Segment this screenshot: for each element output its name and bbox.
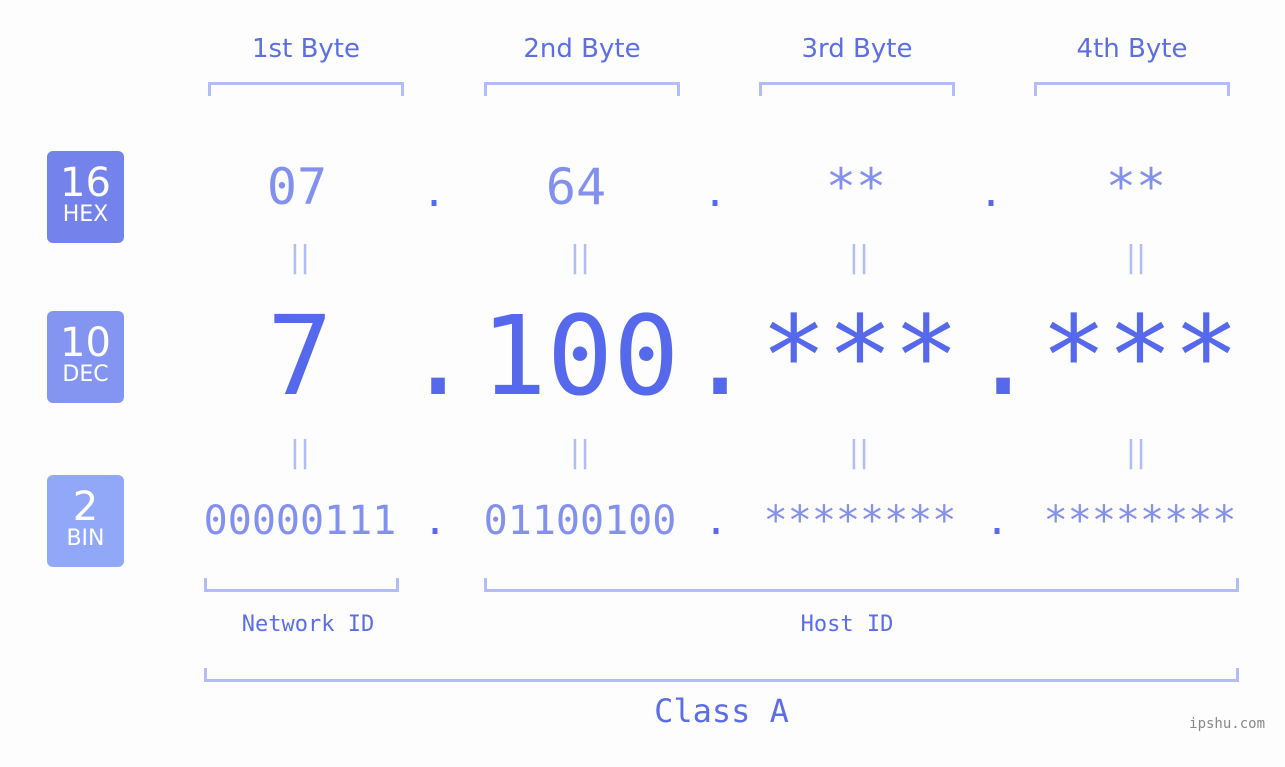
hex-badge-number: 16	[60, 160, 111, 206]
byte-bracket-4	[1034, 82, 1230, 96]
hex-separator-2: .	[703, 170, 728, 216]
bin-separator-3: .	[985, 498, 1010, 544]
hex-byte-4: **	[1105, 158, 1167, 216]
byte-header-4: 4th Byte	[1076, 34, 1188, 64]
byte-header-1: 1st Byte	[252, 34, 360, 64]
network-id-bracket	[204, 578, 399, 592]
hex-byte-2: 64	[545, 158, 607, 216]
hex-badge: 16 HEX	[47, 151, 124, 243]
equals-dec-bin-2: ||	[569, 435, 591, 470]
bin-byte-2: 01100100	[483, 498, 677, 544]
bin-byte-3: ********	[763, 498, 957, 544]
dec-badge-number: 10	[60, 320, 111, 366]
equals-dec-bin-1: ||	[289, 435, 311, 470]
host-id-label: Host ID	[800, 612, 894, 637]
equals-dec-bin-4: ||	[1125, 435, 1147, 470]
bin-separator-2: .	[704, 498, 729, 544]
dec-byte-2: 100	[480, 292, 680, 420]
hex-byte-1: 07	[266, 158, 328, 216]
byte-header-3: 3rd Byte	[801, 34, 913, 64]
bin-badge: 2 BIN	[47, 475, 124, 567]
equals-hex-dec-3: ||	[848, 240, 870, 275]
host-id-bracket	[484, 578, 1239, 592]
dec-byte-4: ***	[1040, 292, 1240, 420]
byte-bracket-2	[484, 82, 680, 96]
bin-separator-1: .	[423, 498, 448, 544]
class-label: Class A	[654, 692, 789, 730]
dec-separator-3: .	[970, 292, 1037, 420]
bin-badge-label: BIN	[66, 526, 105, 551]
dec-byte-1: 7	[266, 292, 334, 420]
watermark: ipshu.com	[1189, 716, 1265, 732]
dec-badge-label: DEC	[62, 362, 109, 387]
dec-separator-2: .	[687, 292, 754, 420]
hex-badge-label: HEX	[62, 202, 109, 227]
class-bracket	[204, 668, 1239, 682]
bin-badge-number: 2	[72, 484, 99, 530]
hex-separator-1: .	[422, 170, 447, 216]
dec-badge: 10 DEC	[47, 311, 124, 403]
hex-separator-3: .	[979, 170, 1004, 216]
byte-bracket-1	[208, 82, 404, 96]
bin-byte-1: 00000111	[203, 498, 397, 544]
equals-hex-dec-1: ||	[289, 240, 311, 275]
byte-header-2: 2nd Byte	[523, 34, 641, 64]
equals-hex-dec-4: ||	[1125, 240, 1147, 275]
dec-byte-3: ***	[760, 292, 960, 420]
byte-bracket-3	[759, 82, 955, 96]
dec-separator-1: .	[405, 292, 472, 420]
equals-hex-dec-2: ||	[569, 240, 591, 275]
hex-byte-3: **	[825, 158, 887, 216]
bin-byte-4: ********	[1043, 498, 1237, 544]
network-id-label: Network ID	[241, 612, 375, 637]
equals-dec-bin-3: ||	[848, 435, 870, 470]
